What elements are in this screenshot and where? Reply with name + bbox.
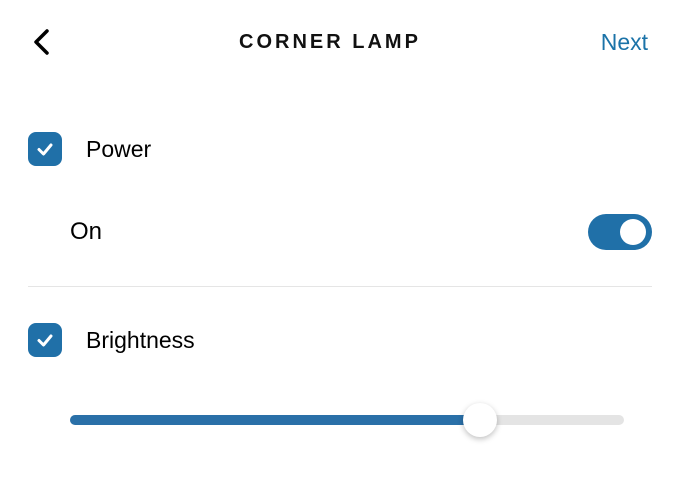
check-icon (35, 330, 55, 350)
app-header: CORNER LAMP Next (0, 0, 680, 80)
next-button[interactable]: Next (588, 29, 648, 56)
check-icon (35, 139, 55, 159)
toggle-knob (620, 219, 646, 245)
back-button[interactable] (32, 22, 72, 62)
brightness-row: Brightness (28, 295, 652, 377)
brightness-checkbox[interactable] (28, 323, 62, 357)
brightness-label: Brightness (86, 327, 195, 354)
slider-thumb[interactable] (463, 403, 497, 437)
power-label: Power (86, 136, 151, 163)
slider-fill (70, 415, 480, 425)
power-toggle[interactable] (588, 214, 652, 250)
brightness-slider[interactable] (70, 415, 624, 425)
chevron-left-icon (32, 28, 50, 56)
power-state-label: On (70, 218, 102, 246)
brightness-slider-row (28, 377, 652, 445)
power-row: Power (28, 112, 652, 186)
section-divider (28, 286, 652, 287)
brightness-section: Brightness (0, 295, 680, 445)
power-state-row: On (28, 186, 652, 278)
power-section: Power On (0, 112, 680, 278)
power-checkbox[interactable] (28, 132, 62, 166)
page-title: CORNER LAMP (72, 31, 588, 54)
